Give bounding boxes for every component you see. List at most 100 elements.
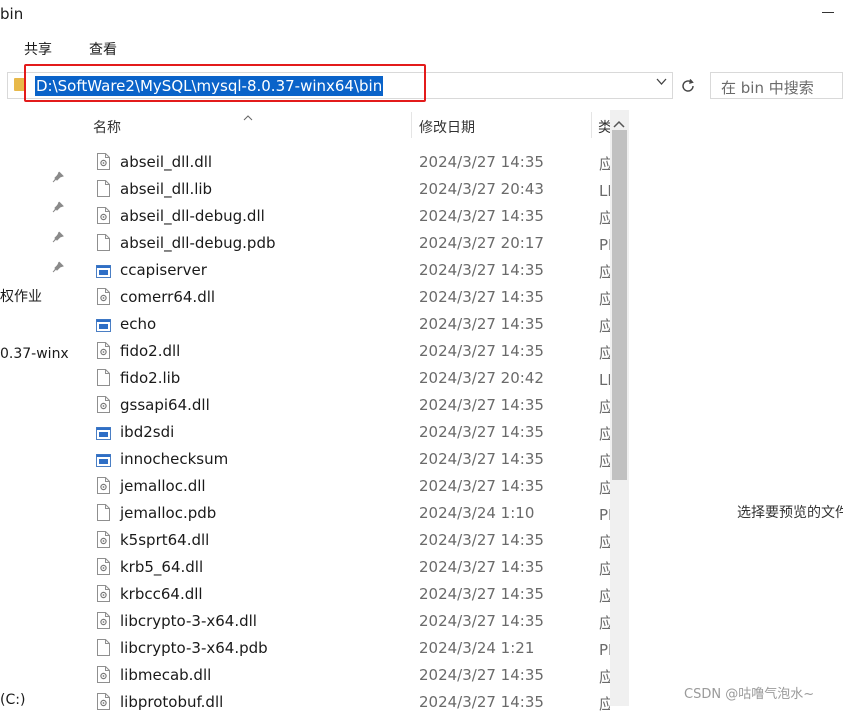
file-row[interactable]: abseil_dll-debug.dll 2024/3/27 14:35 应用程序扩… (0, 203, 620, 230)
dll-icon (97, 342, 110, 359)
file-row[interactable]: abseil_dll-debug.pdb 2024/3/27 20:17 PDB 文… (0, 230, 620, 257)
file-icon (97, 180, 110, 197)
file-name: libcrypto-3-x64.dll (120, 612, 257, 630)
dll-icon (97, 477, 110, 494)
file-date: 2024/3/27 14:35 (419, 585, 544, 603)
column-divider[interactable] (591, 112, 592, 138)
file-name: innochecksum (120, 450, 229, 468)
tab-share[interactable]: 共享 (24, 39, 52, 59)
file-name: abseil_dll.lib (120, 180, 213, 198)
file-icon (97, 504, 110, 521)
file-row[interactable]: krbcc64.dll 2024/3/27 14:35 应用程序扩展 (0, 581, 620, 608)
file-row[interactable]: comerr64.dll 2024/3/27 14:35 应用程序扩展 (0, 284, 620, 311)
file-row[interactable]: ibd2sdi 2024/3/27 14:35 应用程序 (0, 419, 620, 446)
refresh-icon (682, 78, 694, 92)
file-date: 2024/3/27 14:35 (419, 477, 544, 495)
file-date: 2024/3/27 14:35 (419, 612, 544, 630)
file-row[interactable]: libmecab.dll 2024/3/27 14:35 应用程序扩展 (0, 662, 620, 689)
file-row[interactable]: libprotobuf.dll 2024/3/27 14:35 应用程序扩展 (0, 689, 620, 716)
file-date: 2024/3/27 14:35 (419, 450, 544, 468)
file-name: libmecab.dll (120, 666, 212, 684)
window-title: bin (0, 5, 24, 23)
dll-icon (97, 612, 110, 629)
file-type: 应用程序扩展 (599, 614, 610, 632)
exe-icon (96, 317, 111, 334)
dll-icon (97, 666, 110, 683)
file-row[interactable]: ccapiserver 2024/3/27 14:35 应用程序 (0, 257, 620, 284)
file-icon (97, 369, 110, 386)
exe-icon (96, 263, 111, 280)
watermark: CSDN @咕噜气泡水~ (684, 687, 815, 702)
file-type: LIB 文件 (599, 371, 610, 389)
dll-icon (97, 585, 110, 602)
file-row[interactable]: jemalloc.dll 2024/3/27 14:35 应用程序扩展 (0, 473, 620, 500)
refresh-button[interactable] (676, 72, 700, 99)
file-name: krb5_64.dll (120, 558, 204, 576)
dll-icon (97, 531, 110, 548)
exe-icon (96, 452, 111, 469)
file-date: 2024/3/27 14:35 (419, 153, 544, 171)
file-name: fido2.lib (120, 369, 181, 387)
file-name: k5sprt64.dll (120, 531, 210, 549)
file-type: 应用程序扩展 (599, 209, 610, 227)
file-name: ccapiserver (120, 261, 207, 279)
file-date: 2024/3/27 20:17 (419, 234, 544, 252)
chevron-down-icon[interactable] (656, 78, 667, 86)
file-type: 应用程序扩展 (599, 587, 610, 605)
scrollbar-thumb[interactable] (612, 130, 627, 480)
column-header-type[interactable]: 类 (598, 117, 610, 137)
dll-icon (97, 396, 110, 413)
file-row[interactable]: innochecksum 2024/3/27 14:35 应用程序 (0, 446, 620, 473)
file-row[interactable]: fido2.lib 2024/3/27 20:42 LIB 文件 (0, 365, 620, 392)
file-name: echo (120, 315, 157, 333)
file-row[interactable]: echo 2024/3/27 14:35 应用程序 (0, 311, 620, 338)
file-type: 应用程序 (599, 452, 610, 470)
file-list: abseil_dll.dll2024/3/27 14:35应用程序扩展absei… (0, 149, 620, 716)
file-row[interactable]: abseil_dll.dll 2024/3/27 14:35 应用程序扩展 (0, 149, 620, 176)
file-type: 应用程序扩展 (599, 344, 610, 362)
file-name: krbcc64.dll (120, 585, 203, 603)
file-icon (97, 234, 110, 251)
file-date: 2024/3/27 14:35 (419, 288, 544, 306)
file-row[interactable]: fido2.dll 2024/3/27 14:35 应用程序扩展 (0, 338, 620, 365)
file-name: fido2.dll (120, 342, 181, 360)
file-row[interactable]: libcrypto-3-x64.dll 2024/3/27 14:35 应用程序扩展 (0, 608, 620, 635)
file-row[interactable]: k5sprt64.dll 2024/3/27 14:35 应用程序扩展 (0, 527, 620, 554)
file-date: 2024/3/27 14:35 (419, 666, 544, 684)
file-date: 2024/3/24 1:10 (419, 504, 535, 522)
file-date: 2024/3/27 20:42 (419, 369, 544, 387)
file-type: 应用程序 (599, 263, 610, 281)
file-type: 应用程序扩展 (599, 398, 610, 416)
file-name: abseil_dll.dll (120, 153, 213, 171)
file-name: jemalloc.pdb (120, 504, 217, 522)
file-type: PDB 文件 (599, 506, 610, 524)
file-name: ibd2sdi (120, 423, 175, 441)
dll-icon (97, 693, 110, 710)
file-type: 应用程序 (599, 425, 610, 443)
file-name: libcrypto-3-x64.pdb (120, 639, 268, 657)
file-date: 2024/3/27 14:35 (419, 693, 544, 711)
file-type: LIB 文件 (599, 182, 610, 200)
dll-icon (97, 288, 110, 305)
file-row[interactable]: abseil_dll.lib 2024/3/27 20:43 LIB 文件 (0, 176, 620, 203)
tab-view[interactable]: 查看 (89, 39, 117, 59)
file-row[interactable]: libcrypto-3-x64.pdb 2024/3/24 1:21 PDB 文件 (0, 635, 620, 662)
file-name: abseil_dll-debug.pdb (120, 234, 276, 252)
file-name: jemalloc.dll (120, 477, 206, 495)
column-divider[interactable] (411, 112, 412, 138)
file-type: 应用程序扩展 (599, 479, 610, 497)
file-date: 2024/3/24 1:21 (419, 639, 535, 657)
column-header-date[interactable]: 修改日期 (419, 117, 475, 137)
column-header-name[interactable]: 名称 (93, 117, 121, 137)
minimize-icon[interactable] (822, 12, 834, 13)
file-icon (97, 639, 110, 656)
preview-pane-message: 选择要预览的文件。 (737, 505, 843, 521)
file-row[interactable]: jemalloc.pdb 2024/3/24 1:10 PDB 文件 (0, 500, 620, 527)
file-row[interactable]: krb5_64.dll 2024/3/27 14:35 应用程序扩展 (0, 554, 620, 581)
file-date: 2024/3/27 14:35 (419, 261, 544, 279)
file-type: 应用程序扩展 (599, 668, 610, 686)
file-date: 2024/3/27 14:35 (419, 396, 544, 414)
file-type: PDB 文件 (599, 236, 610, 254)
file-date: 2024/3/27 14:35 (419, 558, 544, 576)
file-row[interactable]: gssapi64.dll 2024/3/27 14:35 应用程序扩展 (0, 392, 620, 419)
